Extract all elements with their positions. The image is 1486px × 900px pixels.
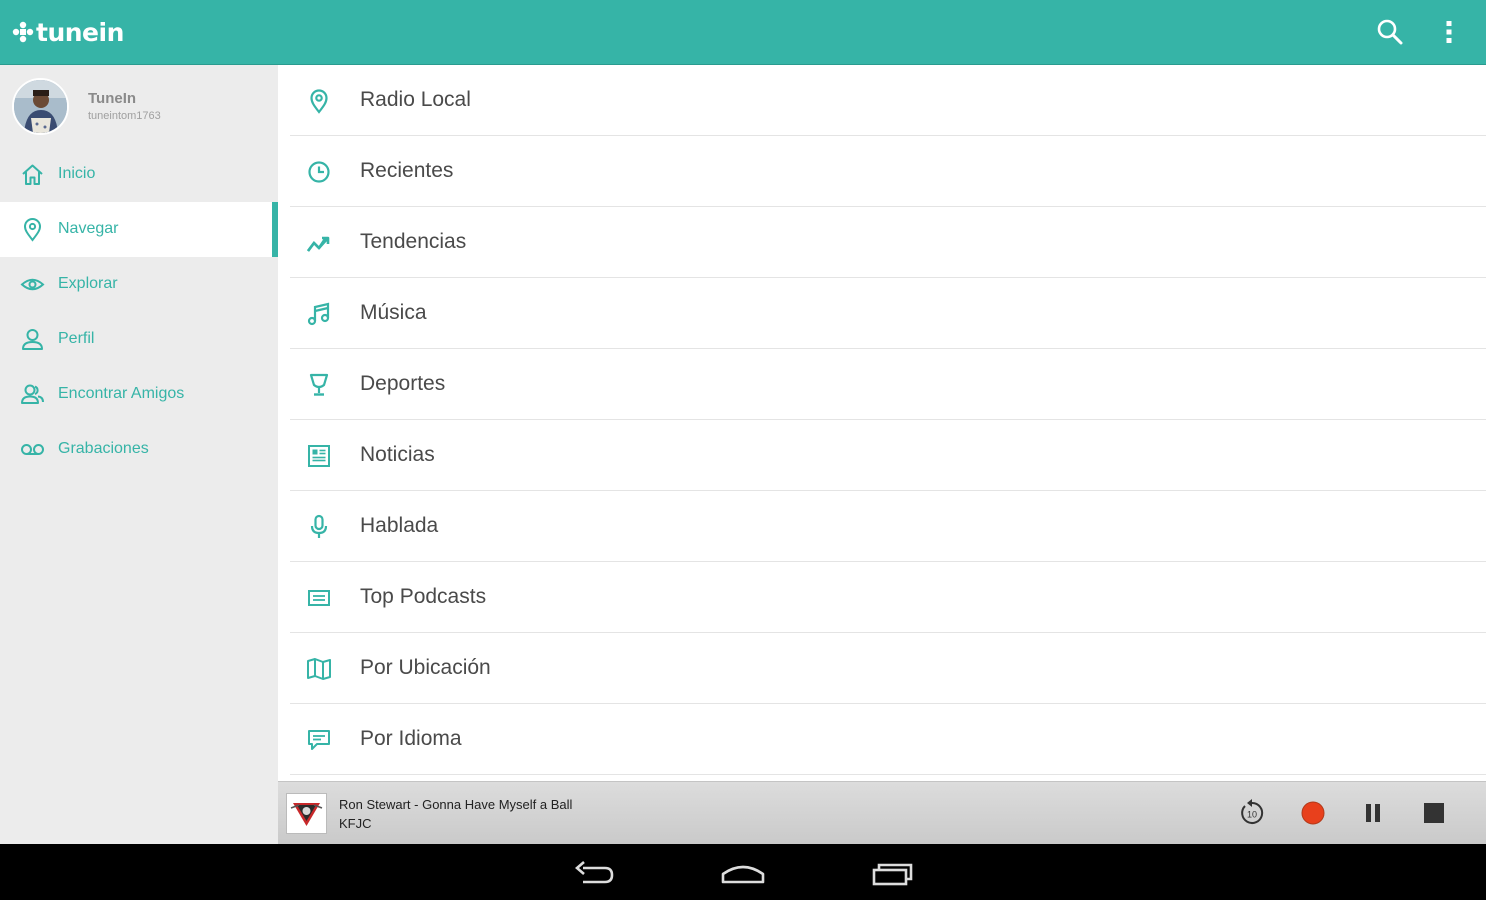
- recents-icon[interactable]: [869, 858, 915, 888]
- list-item-label: Por Idioma: [360, 727, 462, 750]
- list-item-label: Música: [360, 301, 427, 324]
- system-navigation-bar: [0, 844, 1486, 900]
- tunein-logo[interactable]: tunein: [12, 16, 124, 48]
- search-icon[interactable]: [1374, 16, 1406, 48]
- list-item-radio-local[interactable]: Radio Local: [290, 65, 1486, 136]
- sidebar-item-label: Perfil: [58, 330, 95, 347]
- kfjc-logo-icon: [290, 803, 323, 826]
- sidebar-item-label: Navegar: [58, 220, 119, 237]
- map-icon: [307, 658, 331, 680]
- home-icon: [22, 164, 43, 185]
- sidebar-item-label: Grabaciones: [58, 440, 149, 457]
- voicemail-icon: [21, 444, 44, 455]
- list-item-hablada[interactable]: Hablada: [290, 491, 1486, 562]
- logo-text: tunein: [36, 17, 124, 47]
- navigation-drawer: TuneIn tuneintom1763 Inicio Navegar Expl…: [0, 65, 278, 844]
- microphone-icon: [310, 514, 328, 538]
- profile-header[interactable]: TuneIn tuneintom1763: [0, 65, 278, 147]
- app-bar: tunein: [0, 0, 1486, 65]
- sidebar-item-explorar[interactable]: Explorar: [0, 257, 278, 312]
- sidebar-item-encontrar-amigos[interactable]: Encontrar Amigos: [0, 367, 278, 422]
- location-pin-icon: [310, 89, 328, 114]
- home-icon[interactable]: [720, 858, 766, 888]
- station-artwork[interactable]: [286, 793, 327, 834]
- now-playing-track: Ron Stewart - Gonna Have Myself a Ball: [339, 797, 573, 812]
- eye-icon: [20, 278, 45, 291]
- location-pin-icon: [23, 218, 42, 242]
- record-icon[interactable]: [1298, 798, 1328, 828]
- list-item-top-podcasts[interactable]: Top Podcasts: [290, 562, 1486, 633]
- list-item-por-idioma[interactable]: Por Idioma: [290, 704, 1486, 775]
- list-item-deportes[interactable]: Deportes: [290, 349, 1486, 420]
- list-item-label: Deportes: [360, 372, 446, 395]
- list-item-label: Noticias: [360, 443, 435, 466]
- list-item-label: Hablada: [360, 514, 439, 537]
- now-playing-station: KFJC: [339, 816, 372, 831]
- list-item-noticias[interactable]: Noticias: [290, 420, 1486, 491]
- rewind-10-icon[interactable]: 10: [1237, 798, 1267, 828]
- stop-icon[interactable]: [1419, 798, 1449, 828]
- tunein-plus-icon: [12, 21, 34, 43]
- list-item-musica[interactable]: Música: [290, 278, 1486, 349]
- list-item-por-ubicacion[interactable]: Por Ubicación: [290, 633, 1486, 704]
- sidebar-item-navegar[interactable]: Navegar: [0, 202, 278, 257]
- list-item-label: Radio Local: [360, 88, 471, 111]
- newspaper-icon: [308, 445, 330, 467]
- list-item-label: Recientes: [360, 159, 454, 182]
- list-item-label: Tendencias: [360, 230, 467, 253]
- sidebar-item-label: Inicio: [58, 165, 96, 182]
- sidebar-item-label: Encontrar Amigos: [58, 385, 185, 402]
- browse-list: Radio Local Recientes Tendencias Música …: [278, 65, 1486, 781]
- trending-icon: [306, 236, 330, 252]
- list-item-recientes[interactable]: Recientes: [290, 136, 1486, 207]
- profile-username: tuneintom1763: [88, 110, 161, 122]
- sidebar-item-grabaciones[interactable]: Grabaciones: [0, 422, 278, 477]
- friends-icon: [21, 384, 44, 404]
- rewind-seconds-label: 10: [1247, 810, 1257, 820]
- trophy-icon: [309, 373, 329, 396]
- sidebar-item-inicio[interactable]: Inicio: [0, 147, 278, 202]
- list-item-tendencias[interactable]: Tendencias: [290, 207, 1486, 278]
- list-item-label: Por Ubicación: [360, 656, 491, 679]
- pause-icon[interactable]: [1358, 798, 1388, 828]
- sidebar-item-label: Explorar: [58, 275, 118, 292]
- back-icon[interactable]: [571, 858, 617, 888]
- podcast-list-icon: [308, 590, 330, 606]
- music-note-icon: [307, 302, 330, 326]
- avatar[interactable]: [12, 78, 69, 135]
- mini-player[interactable]: Ron Stewart - Gonna Have Myself a Ball K…: [278, 781, 1486, 844]
- person-icon: [22, 329, 43, 350]
- list-item-label: Top Podcasts: [360, 585, 487, 608]
- speech-bubble-icon: [308, 730, 330, 750]
- sidebar-item-perfil[interactable]: Perfil: [0, 312, 278, 367]
- avatar-image: [14, 80, 67, 133]
- overflow-menu-icon[interactable]: [1436, 16, 1462, 48]
- clock-icon: [308, 161, 330, 183]
- profile-name: TuneIn: [88, 90, 137, 107]
